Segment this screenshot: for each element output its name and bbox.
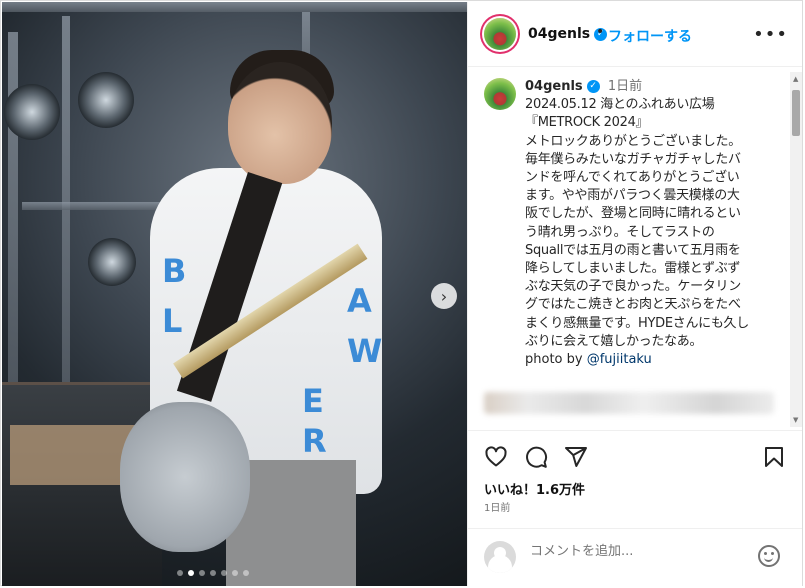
caption-time-ago: 1日前 xyxy=(607,79,643,94)
post-side-panel: 04genls ✓ • フォローする ••• 04genls ✓ 1日前 2024.… xyxy=(467,2,802,586)
avatar[interactable] xyxy=(484,18,516,50)
sleeve-print: R xyxy=(302,422,327,460)
heart-icon[interactable] xyxy=(484,445,508,469)
stage-truss xyxy=(8,32,18,392)
carousel-dot xyxy=(177,570,183,576)
caption-scrollbar[interactable]: ▲ ▼ xyxy=(790,72,802,427)
carousel-dot xyxy=(188,570,194,576)
photo-credit: photo by @fujiitaku xyxy=(525,351,779,369)
comment-input[interactable] xyxy=(528,543,752,560)
sleeve-print: E xyxy=(302,382,324,420)
photo-by-label: photo by xyxy=(525,352,587,368)
carousel-dot xyxy=(199,570,205,576)
bookmark-icon[interactable] xyxy=(762,445,786,469)
caption-username[interactable]: 04genls xyxy=(525,79,583,94)
face xyxy=(228,62,332,184)
mention-link[interactable]: @fujiitaku xyxy=(587,352,652,367)
carousel-dot xyxy=(232,570,238,576)
blurred-comment xyxy=(484,392,774,414)
caption-body: 04genls ✓ 1日前 2024.05.12 海とのふれあい広場 『METRO… xyxy=(525,78,779,369)
likes-count[interactable]: いいね！1.6万件 xyxy=(484,479,585,498)
scrollbar-thumb[interactable] xyxy=(792,90,800,136)
share-icon[interactable] xyxy=(564,445,588,469)
carousel-dot xyxy=(243,570,249,576)
bass-guitar-body xyxy=(120,402,250,552)
post-photo[interactable]: B L A W E R xyxy=(2,2,467,586)
verified-badge-icon: ✓ xyxy=(586,80,600,93)
stage-light xyxy=(4,84,60,140)
stage-truss xyxy=(2,2,467,12)
comment-icon[interactable] xyxy=(524,445,548,469)
carousel-dot xyxy=(221,570,227,576)
caption-text: 2024.05.12 海とのふれあい広場 『METROCK 2024』 メトロッ… xyxy=(525,97,749,349)
stage-truss xyxy=(22,202,172,210)
post-time-ago[interactable]: 1日前 xyxy=(484,499,510,514)
sleeve-print: W xyxy=(347,332,383,370)
emoji-icon[interactable] xyxy=(758,545,780,567)
sleeve-print: A xyxy=(347,282,372,320)
carousel-dots xyxy=(177,570,249,576)
caption-avatar[interactable] xyxy=(484,78,516,110)
more-options-icon[interactable]: ••• xyxy=(753,24,788,45)
user-avatar xyxy=(484,541,516,573)
stage-light xyxy=(88,238,136,286)
separator-dot: • xyxy=(596,24,605,40)
caption-section: 04genls ✓ 1日前 2024.05.12 海とのふれあい広場 『METRO… xyxy=(468,66,802,430)
sleeve-print: L xyxy=(162,302,183,340)
post-header: 04genls ✓ • フォローする ••• xyxy=(468,2,802,67)
header-username[interactable]: 04genls xyxy=(528,26,590,42)
scroll-down-icon[interactable]: ▼ xyxy=(793,416,798,424)
carousel-dot xyxy=(210,570,216,576)
sleeve-print: B xyxy=(162,252,187,290)
stage-light xyxy=(78,72,134,128)
scroll-up-icon[interactable]: ▲ xyxy=(793,75,798,83)
next-arrow-icon[interactable]: › xyxy=(431,283,457,309)
comment-bar xyxy=(468,528,802,587)
action-bar: いいね！1.6万件 1日前 xyxy=(468,430,802,531)
follow-button[interactable]: フォローする xyxy=(608,26,692,46)
